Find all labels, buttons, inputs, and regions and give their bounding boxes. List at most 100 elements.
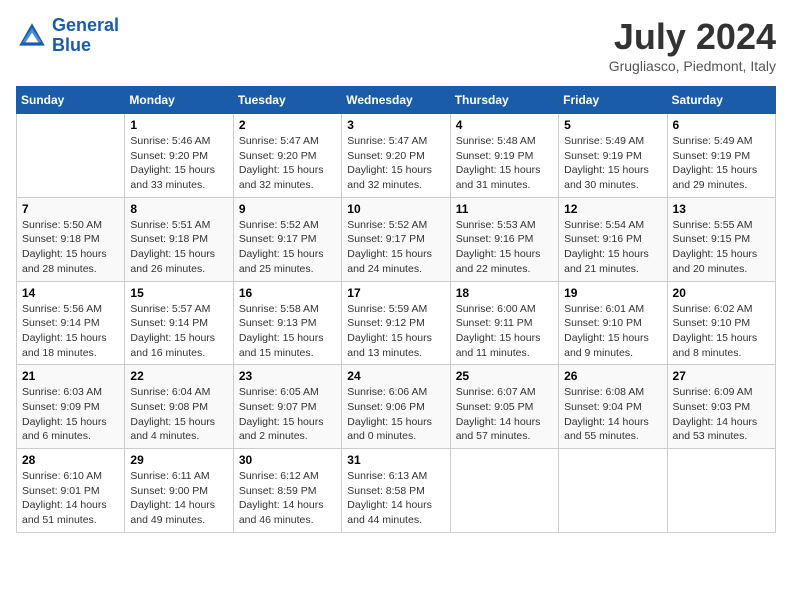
day-info: Sunrise: 5:50 AM Sunset: 9:18 PM Dayligh… bbox=[22, 218, 119, 277]
day-number: 23 bbox=[239, 369, 336, 383]
day-number: 10 bbox=[347, 202, 444, 216]
day-number: 3 bbox=[347, 118, 444, 132]
day-cell bbox=[667, 449, 775, 533]
day-number: 12 bbox=[564, 202, 661, 216]
day-cell: 29 Sunrise: 6:11 AM Sunset: 9:00 PM Dayli… bbox=[125, 449, 233, 533]
day-number: 1 bbox=[130, 118, 227, 132]
day-cell: 3 Sunrise: 5:47 AM Sunset: 9:20 PM Daylig… bbox=[342, 114, 450, 198]
weekday-header-wednesday: Wednesday bbox=[342, 87, 450, 114]
day-info: Sunrise: 5:46 AM Sunset: 9:20 PM Dayligh… bbox=[130, 134, 227, 193]
day-cell: 11 Sunrise: 5:53 AM Sunset: 9:16 PM Dayli… bbox=[450, 197, 558, 281]
day-info: Sunrise: 6:13 AM Sunset: 8:58 PM Dayligh… bbox=[347, 469, 444, 528]
day-info: Sunrise: 5:51 AM Sunset: 9:18 PM Dayligh… bbox=[130, 218, 227, 277]
day-cell: 8 Sunrise: 5:51 AM Sunset: 9:18 PM Daylig… bbox=[125, 197, 233, 281]
day-cell: 28 Sunrise: 6:10 AM Sunset: 9:01 PM Dayli… bbox=[17, 449, 125, 533]
day-info: Sunrise: 6:05 AM Sunset: 9:07 PM Dayligh… bbox=[239, 385, 336, 444]
day-info: Sunrise: 5:54 AM Sunset: 9:16 PM Dayligh… bbox=[564, 218, 661, 277]
day-info: Sunrise: 6:09 AM Sunset: 9:03 PM Dayligh… bbox=[673, 385, 770, 444]
day-number: 4 bbox=[456, 118, 553, 132]
day-cell: 20 Sunrise: 6:02 AM Sunset: 9:10 PM Dayli… bbox=[667, 281, 775, 365]
day-info: Sunrise: 6:10 AM Sunset: 9:01 PM Dayligh… bbox=[22, 469, 119, 528]
day-cell: 25Sunrise: 6:07 AM Sunset: 9:05 PM Dayli… bbox=[450, 365, 558, 449]
day-cell: 17 Sunrise: 5:59 AM Sunset: 9:12 PM Dayli… bbox=[342, 281, 450, 365]
day-number: 2 bbox=[239, 118, 336, 132]
day-info: Sunrise: 6:01 AM Sunset: 9:10 PM Dayligh… bbox=[564, 302, 661, 361]
day-cell: 1 Sunrise: 5:46 AM Sunset: 9:20 PM Daylig… bbox=[125, 114, 233, 198]
day-info: Sunrise: 5:58 AM Sunset: 9:13 PM Dayligh… bbox=[239, 302, 336, 361]
day-cell: 6 Sunrise: 5:49 AM Sunset: 9:19 PM Daylig… bbox=[667, 114, 775, 198]
day-cell: 24Sunrise: 6:06 AM Sunset: 9:06 PM Dayli… bbox=[342, 365, 450, 449]
day-info: Sunrise: 6:11 AM Sunset: 9:00 PM Dayligh… bbox=[130, 469, 227, 528]
day-number: 21 bbox=[22, 369, 119, 383]
day-number: 18 bbox=[456, 286, 553, 300]
day-info: Sunrise: 6:06 AM Sunset: 9:06 PM Dayligh… bbox=[347, 385, 444, 444]
day-info: Sunrise: 5:53 AM Sunset: 9:16 PM Dayligh… bbox=[456, 218, 553, 277]
day-info: Sunrise: 6:08 AM Sunset: 9:04 PM Dayligh… bbox=[564, 385, 661, 444]
week-row-5: 28 Sunrise: 6:10 AM Sunset: 9:01 PM Dayli… bbox=[17, 449, 776, 533]
page-header: General Blue July 2024 Grugliasco, Piedm… bbox=[16, 16, 776, 74]
day-info: Sunrise: 5:49 AM Sunset: 9:19 PM Dayligh… bbox=[673, 134, 770, 193]
day-cell: 5 Sunrise: 5:49 AM Sunset: 9:19 PM Daylig… bbox=[559, 114, 667, 198]
day-cell: 18 Sunrise: 6:00 AM Sunset: 9:11 PM Dayli… bbox=[450, 281, 558, 365]
day-number: 20 bbox=[673, 286, 770, 300]
day-number: 22 bbox=[130, 369, 227, 383]
location: Grugliasco, Piedmont, Italy bbox=[609, 58, 776, 74]
day-cell: 10 Sunrise: 5:52 AM Sunset: 9:17 PM Dayli… bbox=[342, 197, 450, 281]
day-number: 25 bbox=[456, 369, 553, 383]
week-row-3: 14Sunrise: 5:56 AM Sunset: 9:14 PM Dayli… bbox=[17, 281, 776, 365]
day-number: 28 bbox=[22, 453, 119, 467]
day-cell: 4 Sunrise: 5:48 AM Sunset: 9:19 PM Daylig… bbox=[450, 114, 558, 198]
day-cell: 15 Sunrise: 5:57 AM Sunset: 9:14 PM Dayli… bbox=[125, 281, 233, 365]
calendar: SundayMondayTuesdayWednesdayThursdayFrid… bbox=[16, 86, 776, 533]
day-cell: 9 Sunrise: 5:52 AM Sunset: 9:17 PM Daylig… bbox=[233, 197, 341, 281]
day-info: Sunrise: 5:47 AM Sunset: 9:20 PM Dayligh… bbox=[239, 134, 336, 193]
day-info: Sunrise: 5:52 AM Sunset: 9:17 PM Dayligh… bbox=[239, 218, 336, 277]
day-number: 13 bbox=[673, 202, 770, 216]
day-number: 9 bbox=[239, 202, 336, 216]
day-cell: 16 Sunrise: 5:58 AM Sunset: 9:13 PM Dayli… bbox=[233, 281, 341, 365]
day-number: 30 bbox=[239, 453, 336, 467]
day-cell bbox=[559, 449, 667, 533]
day-number: 5 bbox=[564, 118, 661, 132]
day-cell bbox=[17, 114, 125, 198]
day-number: 11 bbox=[456, 202, 553, 216]
day-info: Sunrise: 6:02 AM Sunset: 9:10 PM Dayligh… bbox=[673, 302, 770, 361]
day-info: Sunrise: 6:00 AM Sunset: 9:11 PM Dayligh… bbox=[456, 302, 553, 361]
day-cell: 22 Sunrise: 6:04 AM Sunset: 9:08 PM Dayli… bbox=[125, 365, 233, 449]
day-cell: 14Sunrise: 5:56 AM Sunset: 9:14 PM Dayli… bbox=[17, 281, 125, 365]
day-info: Sunrise: 5:47 AM Sunset: 9:20 PM Dayligh… bbox=[347, 134, 444, 193]
logo-text: General Blue bbox=[52, 16, 119, 56]
day-number: 27 bbox=[673, 369, 770, 383]
day-cell: 30Sunrise: 6:12 AM Sunset: 8:59 PM Dayli… bbox=[233, 449, 341, 533]
weekday-header-tuesday: Tuesday bbox=[233, 87, 341, 114]
day-number: 29 bbox=[130, 453, 227, 467]
day-info: Sunrise: 5:48 AM Sunset: 9:19 PM Dayligh… bbox=[456, 134, 553, 193]
weekday-header-thursday: Thursday bbox=[450, 87, 558, 114]
day-cell bbox=[450, 449, 558, 533]
title-block: July 2024 Grugliasco, Piedmont, Italy bbox=[609, 16, 776, 74]
day-cell: 19Sunrise: 6:01 AM Sunset: 9:10 PM Dayli… bbox=[559, 281, 667, 365]
logo: General Blue bbox=[16, 16, 119, 56]
day-number: 15 bbox=[130, 286, 227, 300]
day-number: 16 bbox=[239, 286, 336, 300]
day-cell: 26Sunrise: 6:08 AM Sunset: 9:04 PM Dayli… bbox=[559, 365, 667, 449]
day-info: Sunrise: 5:57 AM Sunset: 9:14 PM Dayligh… bbox=[130, 302, 227, 361]
day-cell: 27 Sunrise: 6:09 AM Sunset: 9:03 PM Dayli… bbox=[667, 365, 775, 449]
weekday-header-row: SundayMondayTuesdayWednesdayThursdayFrid… bbox=[17, 87, 776, 114]
week-row-2: 7 Sunrise: 5:50 AM Sunset: 9:18 PM Daylig… bbox=[17, 197, 776, 281]
day-cell: 7 Sunrise: 5:50 AM Sunset: 9:18 PM Daylig… bbox=[17, 197, 125, 281]
day-cell: 2 Sunrise: 5:47 AM Sunset: 9:20 PM Daylig… bbox=[233, 114, 341, 198]
day-number: 7 bbox=[22, 202, 119, 216]
weekday-header-monday: Monday bbox=[125, 87, 233, 114]
day-cell: 23 Sunrise: 6:05 AM Sunset: 9:07 PM Dayli… bbox=[233, 365, 341, 449]
day-cell: 31 Sunrise: 6:13 AM Sunset: 8:58 PM Dayli… bbox=[342, 449, 450, 533]
day-number: 6 bbox=[673, 118, 770, 132]
day-info: Sunrise: 5:59 AM Sunset: 9:12 PM Dayligh… bbox=[347, 302, 444, 361]
day-info: Sunrise: 5:49 AM Sunset: 9:19 PM Dayligh… bbox=[564, 134, 661, 193]
day-number: 8 bbox=[130, 202, 227, 216]
day-info: Sunrise: 5:52 AM Sunset: 9:17 PM Dayligh… bbox=[347, 218, 444, 277]
day-info: Sunrise: 6:03 AM Sunset: 9:09 PM Dayligh… bbox=[22, 385, 119, 444]
day-number: 17 bbox=[347, 286, 444, 300]
day-number: 31 bbox=[347, 453, 444, 467]
day-info: Sunrise: 6:04 AM Sunset: 9:08 PM Dayligh… bbox=[130, 385, 227, 444]
